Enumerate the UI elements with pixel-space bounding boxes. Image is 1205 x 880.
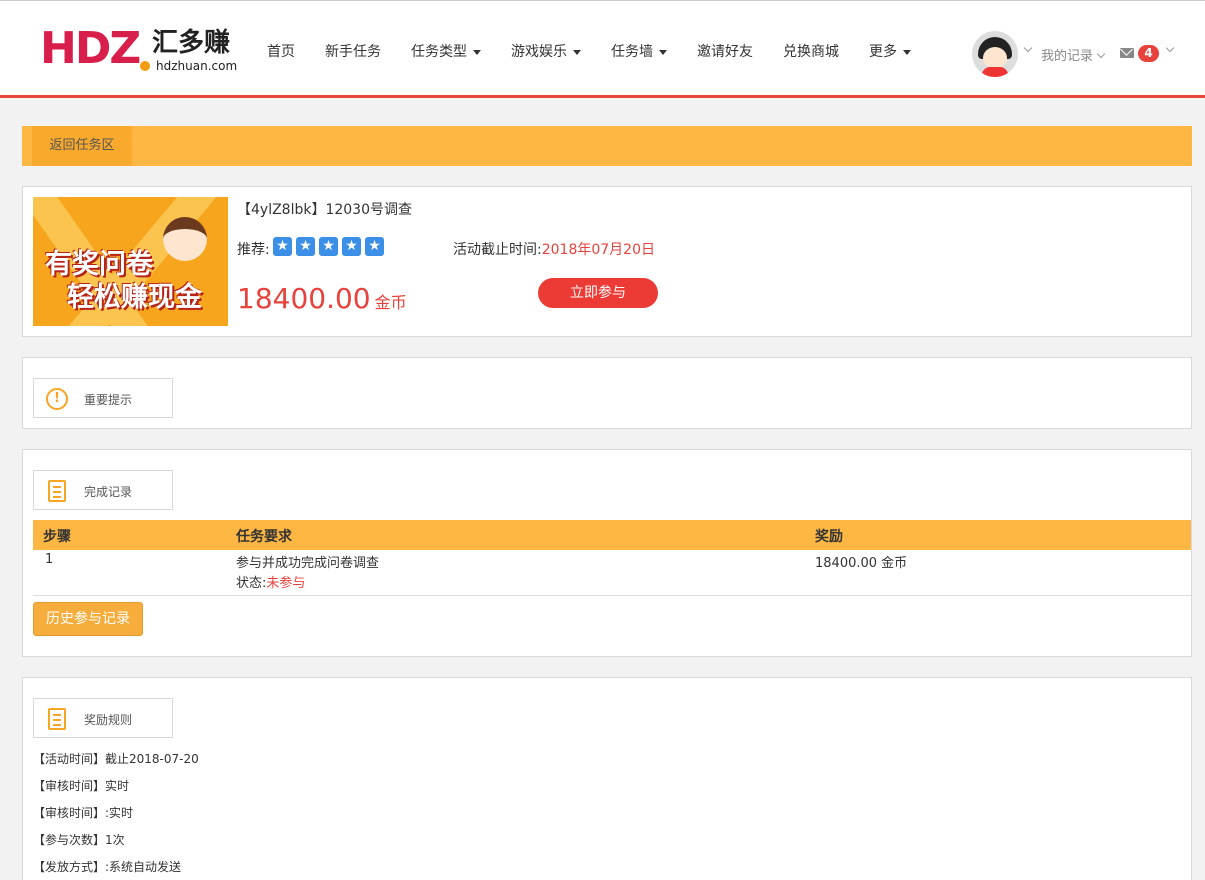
price-value: 18400.00	[237, 282, 371, 315]
nav-newbie-tasks[interactable]: 新手任务	[310, 41, 396, 65]
back-to-tasks-tab[interactable]: 返回任务区	[32, 126, 132, 166]
records-header[interactable]: 完成记录	[33, 470, 173, 510]
nav-home[interactable]: 首页	[252, 41, 310, 65]
deadline: 活动截止时间:2018年07月20日	[453, 239, 655, 259]
nav-label: 新手任务	[325, 44, 381, 60]
my-records-menu[interactable]: 我的记录	[1041, 45, 1106, 64]
nav-label: 兑换商城	[783, 44, 839, 60]
status-label: 状态:	[236, 576, 267, 591]
back-bar: 返回任务区	[22, 126, 1192, 166]
reward-price: 18400.00 金币	[237, 282, 407, 315]
document-icon	[48, 480, 66, 502]
star-icon: ★	[342, 237, 361, 256]
rules-panel: 奖励规则 【活动时间】截止2018-07-20 【审核时间】实时 【审核时间】:…	[22, 677, 1192, 880]
nav-label: 游戏娱乐	[511, 44, 567, 60]
nav-label: 任务墙	[611, 44, 653, 60]
caret-down-icon	[659, 49, 667, 55]
avatar-shirt	[982, 67, 1008, 77]
nav-label: 邀请好友	[697, 44, 753, 60]
nav-label: 更多	[869, 44, 897, 60]
banner-character	[163, 217, 207, 261]
deadline-label: 活动截止时间:	[453, 242, 542, 258]
exclamation-circle-icon: !	[46, 388, 68, 410]
site-header: HDZ 汇多赚 hdzhuan.com 首页 新手任务 任务类型 游戏娱乐 任务…	[0, 0, 1205, 98]
notice-title: 重要提示	[84, 393, 133, 407]
price-unit: 金币	[374, 293, 407, 312]
rule-line: 【发放方式】:系统自动发送	[33, 860, 182, 874]
records-panel: 完成记录 步骤 任务要求 奖励 1 参与并成功完成问卷调查 状态:未参与 184…	[22, 449, 1192, 657]
join-now-button[interactable]: 立即参与	[538, 278, 658, 308]
nav-task-types[interactable]: 任务类型	[396, 41, 496, 65]
logo-chinese: 汇多赚	[152, 28, 231, 58]
logo-mark: HDZ	[40, 23, 141, 74]
banner-line-2: 轻松赚现金	[67, 282, 202, 313]
row-status: 状态:未参与	[236, 572, 305, 591]
status-value: 未参与	[266, 576, 306, 591]
rules-header[interactable]: 奖励规则	[33, 698, 173, 738]
caret-down-icon	[903, 49, 911, 55]
chevron-down-icon	[1096, 49, 1106, 59]
rules-title: 奖励规则	[84, 713, 133, 727]
records-title: 完成记录	[84, 485, 133, 499]
star-icon: ★	[365, 237, 384, 256]
notice-panel: ! 重要提示	[22, 357, 1192, 429]
star-icon: ★	[319, 237, 338, 256]
row-step: 1	[45, 552, 54, 567]
task-banner-image: 有奖问卷 轻松赚现金	[33, 197, 228, 326]
history-records-button[interactable]: 历史参与记录	[33, 602, 143, 636]
col-reward: 奖励	[815, 529, 843, 545]
recommend-label: 推荐:	[237, 242, 270, 258]
task-title: 【4ylZ8lbk】12030号调查	[237, 202, 412, 218]
avatar-face	[983, 47, 1007, 69]
row-reward: 18400.00 金币	[815, 556, 908, 571]
notice-header[interactable]: ! 重要提示	[33, 378, 173, 418]
records-table-header: 步骤 任务要求 奖励	[33, 520, 1191, 550]
caret-down-icon	[573, 49, 581, 55]
logo-dot	[140, 61, 150, 71]
rule-line: 【活动时间】截止2018-07-20	[33, 752, 199, 766]
task-panel: 有奖问卷 轻松赚现金 【4ylZ8lbk】12030号调查 推荐: ★ ★ ★ …	[22, 186, 1192, 337]
rule-line: 【审核时间】实时	[33, 779, 130, 793]
col-requirement: 任务要求	[236, 529, 292, 545]
deadline-value: 2018年07月20日	[541, 242, 655, 258]
row-requirement: 参与并成功完成问卷调查	[236, 556, 380, 571]
nav-invite[interactable]: 邀请好友	[682, 41, 768, 65]
chevron-down-icon[interactable]	[1023, 43, 1033, 53]
rule-line: 【审核时间】:实时	[33, 806, 134, 820]
nav-games[interactable]: 游戏娱乐	[496, 41, 596, 65]
caret-down-icon	[473, 49, 481, 55]
nav-label: 首页	[267, 44, 295, 60]
site-logo[interactable]: HDZ 汇多赚 hdzhuan.com	[40, 27, 240, 75]
message-count-badge[interactable]: 4	[1138, 45, 1159, 62]
nav-more[interactable]: 更多	[854, 41, 926, 65]
my-records-label: 我的记录	[1041, 49, 1094, 64]
recommend-stars: ★ ★ ★ ★ ★	[273, 237, 384, 256]
star-icon: ★	[296, 237, 315, 256]
star-icon: ★	[273, 237, 292, 256]
rule-line: 【参与次数】1次	[33, 833, 125, 847]
nav-task-wall[interactable]: 任务墙	[596, 41, 682, 65]
user-avatar[interactable]	[972, 31, 1018, 77]
document-icon	[48, 708, 66, 730]
col-step: 步骤	[43, 529, 71, 545]
nav-label: 任务类型	[411, 44, 467, 60]
main-nav: 首页 新手任务 任务类型 游戏娱乐 任务墙 邀请好友 兑换商城 更多	[252, 41, 926, 65]
logo-domain: hdzhuan.com	[156, 59, 238, 73]
table-row: 1 参与并成功完成问卷调查 状态:未参与 18400.00 金币	[33, 550, 1191, 596]
chevron-down-icon[interactable]	[1165, 43, 1175, 53]
mail-icon[interactable]	[1120, 48, 1134, 58]
nav-shop[interactable]: 兑换商城	[768, 41, 854, 65]
